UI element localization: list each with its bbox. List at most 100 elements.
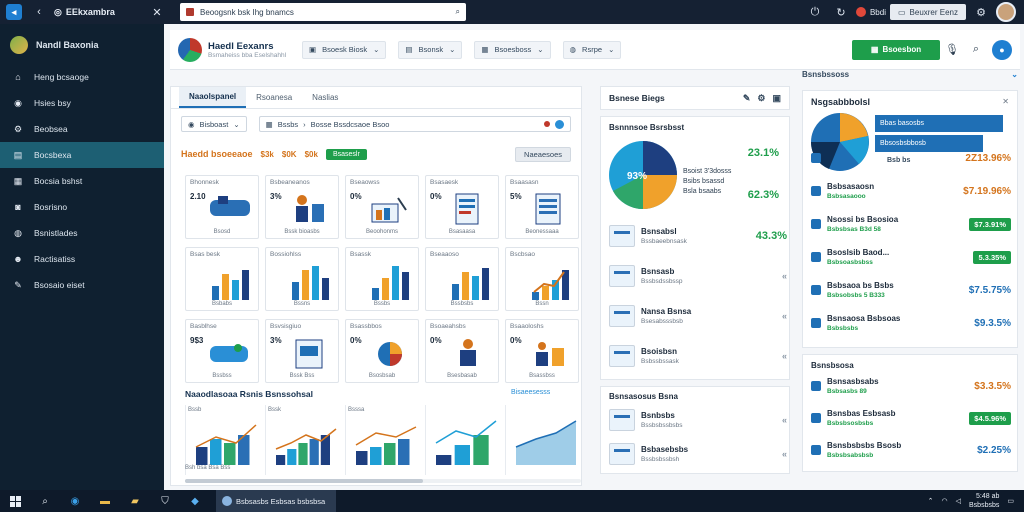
summary-caption-3: Bsla bsaabs	[683, 188, 722, 195]
refresh-icon[interactable]: ↻	[830, 0, 852, 24]
bottom-charts-link[interactable]: Bisaeesesss	[511, 389, 550, 396]
list-item[interactable]: Bsbsasaosn Bsbsasaooo $7.19.96%	[811, 178, 1011, 204]
dashboard-tile[interactable]: Bsaasasn 5% Beonessaaa	[505, 175, 579, 239]
tab[interactable]: Naaolspanel	[179, 87, 247, 108]
sidebar-item[interactable]: ✎ Bsosaio eiset	[0, 272, 164, 298]
search-icon[interactable]: ⌕	[964, 43, 988, 56]
close-icon[interactable]: ✕	[1002, 97, 1009, 106]
store-icon[interactable]: ◆	[180, 490, 210, 512]
info-icon[interactable]	[555, 119, 564, 129]
bell-icon[interactable]: ⏻	[804, 0, 826, 24]
address-bar[interactable]: Beoogsnk bsk Ihg bnamcs ⌕	[180, 3, 466, 21]
tab[interactable]: Rsoanesa	[246, 87, 302, 108]
tab[interactable]: Naslias	[302, 87, 348, 108]
dashboard-tile[interactable]: Bsaaoloshs 0% Bsassbss	[505, 319, 579, 383]
search-icon[interactable]: ⌕	[456, 7, 460, 17]
dashboard-tile[interactable]: Bsbeaneanos 3% Bssk bioasbs	[265, 175, 339, 239]
header-select-4[interactable]: ◍ Rsrpe ⌄	[562, 40, 622, 59]
header-select-3[interactable]: ▦ Bsoesboss ⌄	[474, 40, 551, 59]
folder-icon[interactable]: ▬	[90, 490, 120, 512]
list-item-value: «	[781, 311, 787, 321]
clock[interactable]: 5:48 ab Bsbsbsbs	[969, 492, 999, 510]
profile-pill[interactable]: ▭ Beuxrer Eenz	[889, 4, 966, 20]
notification-icon[interactable]: ▭	[1007, 497, 1014, 505]
list-item-value: $7.19.96%	[963, 185, 1011, 197]
section-stat-3: $0k	[304, 149, 318, 159]
header-select-1[interactable]: ▣ Bsoesk Biosk ⌄	[302, 40, 387, 59]
list-item[interactable]: Bsnsaosa Bsbsoas Bsbsbsbs $9.3.5%	[811, 310, 1011, 336]
tile-label: Bsas besk	[190, 251, 220, 258]
tile-value: 2.10	[190, 192, 206, 201]
user-menu-icon[interactable]: ●	[992, 39, 1012, 60]
explorer-icon[interactable]: ▰	[120, 490, 150, 512]
header-select-2[interactable]: ▤ Bsonsk ⌄	[398, 40, 463, 59]
list-item[interactable]: Bsnsasb Bssbsdssbssp «	[609, 261, 787, 291]
list-item[interactable]: 2Z13.96%	[811, 145, 1011, 171]
primary-action-button[interactable]: ▦ Bsoesbon	[852, 39, 940, 60]
mini-chart-graphic	[515, 420, 577, 465]
list-item[interactable]: Bsbasebsbs Bssbsbssbsh «	[609, 439, 787, 469]
browser-icon[interactable]: ◉	[60, 490, 90, 512]
scrollbar-thumb[interactable]	[185, 479, 423, 483]
dashboard-tile[interactable]: Bseaaoso Bssbsbs	[425, 247, 499, 311]
wifi-icon[interactable]: ◠	[942, 497, 948, 505]
list-item[interactable]: Bsnsasbsabs Bsbsasbs 89 $3.3.5%	[811, 373, 1011, 399]
dashboard-tile[interactable]: Bhonnesk 2.10 Bsosd	[185, 175, 259, 239]
shield-icon[interactable]: ⛉	[150, 490, 180, 512]
browser-tab[interactable]: ◎ EEkxambra	[50, 0, 146, 24]
sidebar-item[interactable]: ⚙ Beobsea	[0, 116, 164, 142]
section-button[interactable]: Bsaseslr	[325, 148, 367, 160]
volume-icon[interactable]: ◁	[956, 497, 961, 505]
list-item[interactable]: Nsossi bs Bsosioa Bsbsbsas B3d 58 $7.3.9…	[811, 211, 1011, 237]
filter-bar[interactable]: ▦ Bssbs › Bosse Bssdcsaoe Bsoo	[258, 116, 571, 132]
dashboard-tile[interactable]: Bsassk Bssbs	[345, 247, 419, 311]
dashboard-tile[interactable]: Bsas besk Bsbabs	[185, 247, 259, 311]
chevron-down-icon[interactable]: ⌄	[1011, 70, 1018, 79]
edit-icon[interactable]: ✎	[743, 93, 751, 104]
list-item[interactable]: Bsbsaoa bs Bsbs Bsbsobsbs 5 B333 $7.5.75…	[811, 277, 1011, 303]
sidebar-item[interactable]: ◙ Bosrisno	[0, 194, 164, 220]
sidebar-item[interactable]: ▤ Bocsbexa	[0, 142, 164, 168]
tile-label: Bsaasasn	[510, 179, 539, 186]
taskbar-active-app[interactable]: Bsbsasbs Esbsas bsbsbsa	[216, 490, 336, 512]
dashboard-tile[interactable]: Bscbsao Bssn	[505, 247, 579, 311]
dashboard-tile[interactable]: Bsasaesk 0% Bsasaasa	[425, 175, 499, 239]
start-button[interactable]	[0, 490, 30, 512]
sidebar-item[interactable]: ☻ Ractisatiss	[0, 246, 164, 272]
sidebar-item[interactable]: ▦ Bocsia bshst	[0, 168, 164, 194]
dashboard-tile[interactable]: Bossiohlss Bssns	[265, 247, 339, 311]
summary-card: Bsnnnsoe Bsrsbsst 93% 23.1% Bsoist 3'3do…	[600, 116, 790, 380]
sidebar-item[interactable]: ◉ Hsies bsy	[0, 90, 164, 116]
chevron-up-icon[interactable]: ⌃	[928, 497, 934, 505]
list-item-subtitle: Bsbsoasbsbss	[827, 259, 873, 266]
expand-icon[interactable]: ▣	[772, 93, 781, 104]
extensions-icon[interactable]: ⚙	[970, 0, 992, 24]
list-item[interactable]: Bsnbsbs Bssbsbssbsbs «	[609, 405, 787, 435]
mic-icon[interactable]: 🎙	[940, 43, 964, 56]
horizontal-scrollbar[interactable]	[185, 479, 581, 483]
list-item-title: Bsnsaosa Bsbsoas	[827, 314, 901, 323]
sidebar-item[interactable]: ⌂ Heng bcsaoge	[0, 64, 164, 90]
list-item[interactable]: Bsnsbsbsbs Bsosb Bsbsbsabsbsb $2.25%	[811, 437, 1011, 463]
dashboard-tile[interactable]: Bsvsisgiuo 3% Bssk Bss	[265, 319, 339, 383]
browser-toolbar: ◂ ‹ ◎ EEkxambra ✕ Beoogsnk bsk Ihg bnamc…	[0, 0, 1024, 24]
close-tab-icon[interactable]: ✕	[146, 0, 168, 24]
list-item[interactable]: Bsoisbsn Bsbssbssask «	[609, 341, 787, 371]
dashboard-tile[interactable]: Basblhse 9$3 Bssbss	[185, 319, 259, 383]
sidebar-item[interactable]: ◍ Bsnistlades	[0, 220, 164, 246]
settings-icon[interactable]: ⚙	[757, 93, 765, 104]
list-item[interactable]: Bsoslsib Baod... Bsbsoasbsbss 5.3.35%	[811, 244, 1011, 270]
bottom-row-labels: Bsh bsa Bsa Bss	[185, 465, 231, 471]
list-item[interactable]: Bsnsabsl Bssbaeebnsask 43.3%	[609, 221, 787, 251]
dashboard-tile[interactable]: Bsassbbos 0% Bsosbsab	[345, 319, 419, 383]
list-item[interactable]: Bsnsbas Esbsasb Bsbsbsosbsbs $4.5.96%	[811, 405, 1011, 431]
list-item-icon	[811, 252, 821, 262]
dashboard-tile[interactable]: Bseaowss 0% Beoohonms	[345, 175, 419, 239]
user-avatar[interactable]	[996, 2, 1016, 22]
dashboard-tile[interactable]: Bsoaeahsbs 0% Bsesbasab	[425, 319, 499, 383]
back-icon[interactable]: ‹	[28, 0, 50, 24]
list-item[interactable]: Nansa Bsnsa Bsesabsssbsb «	[609, 301, 787, 331]
search-icon[interactable]: ⌕	[30, 490, 60, 512]
filter-select-1[interactable]: ◉ Bisboast ⌄	[181, 116, 247, 132]
section-right-button[interactable]: Naeaesoes	[515, 146, 571, 162]
